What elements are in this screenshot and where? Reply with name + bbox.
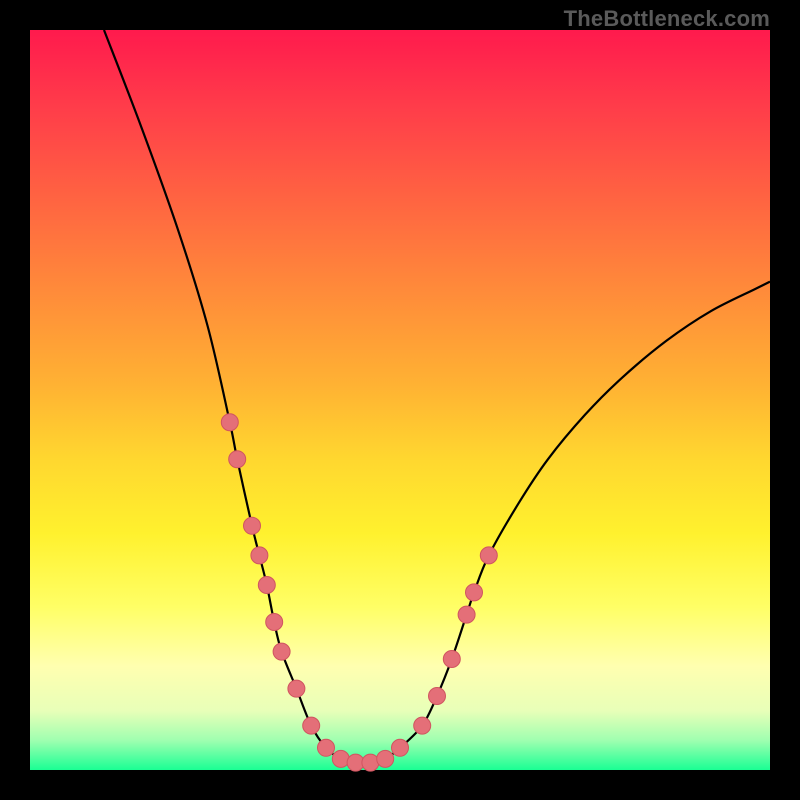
marker-point [318, 739, 335, 756]
marker-point [258, 577, 275, 594]
marker-point [332, 750, 349, 767]
marker-point [229, 451, 246, 468]
marker-point [362, 754, 379, 771]
marker-point [288, 680, 305, 697]
marker-point [429, 688, 446, 705]
marker-point [377, 750, 394, 767]
marker-point [303, 717, 320, 734]
marker-point [221, 414, 238, 431]
bottleneck-curve [104, 30, 770, 763]
marker-point [466, 584, 483, 601]
marker-point [244, 517, 261, 534]
highlight-markers [221, 414, 497, 771]
marker-point [266, 614, 283, 631]
marker-point [392, 739, 409, 756]
marker-point [414, 717, 431, 734]
chart-area [30, 30, 770, 770]
marker-point [480, 547, 497, 564]
marker-point [251, 547, 268, 564]
marker-point [443, 651, 460, 668]
chart-svg [30, 30, 770, 770]
attribution-label: TheBottleneck.com [564, 6, 770, 32]
marker-point [458, 606, 475, 623]
marker-point [273, 643, 290, 660]
